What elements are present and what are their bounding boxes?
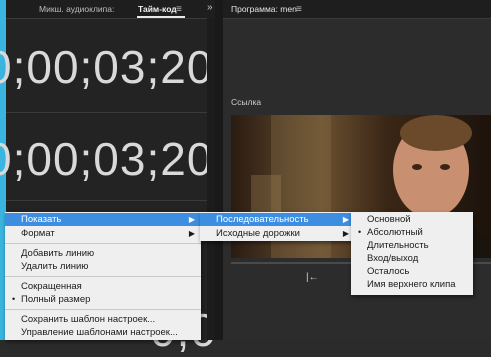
menu-item-add-line[interactable]: Добавить линию: [5, 247, 201, 260]
submenu-arrow-icon: ▶: [188, 215, 195, 224]
menu-item-top-clip-name[interactable]: Имя верхнего клипа: [351, 278, 473, 291]
submenu-arrow-icon: ▶: [188, 229, 195, 238]
panel-menu-icon[interactable]: ≡: [176, 4, 182, 15]
menu-separator: [5, 309, 201, 310]
menu-item-manage-presets[interactable]: Управление шаблонами настроек...: [5, 326, 201, 339]
menu-item-master[interactable]: Основной: [351, 213, 473, 226]
menu-item-in-out[interactable]: Вход/выход: [351, 252, 473, 265]
program-monitor-title[interactable]: Программа: men: [231, 4, 297, 14]
menu-item-sequence[interactable]: Последовательность ▶: [200, 213, 355, 226]
menu-item-remaining[interactable]: Осталось: [351, 265, 473, 278]
menu-item-full-size[interactable]: • Полный размер: [5, 293, 201, 306]
show-submenu: Последовательность ▶ Исходные дорожки ▶: [200, 212, 355, 241]
menu-separator: [5, 243, 201, 244]
step-back-icon[interactable]: |←: [306, 272, 319, 283]
menu-item-absolute[interactable]: • Абсолютный: [351, 226, 473, 239]
program-monitor-header: Программа: men ≡: [223, 0, 491, 19]
menu-item-duration[interactable]: Длительность: [351, 239, 473, 252]
divider: [6, 112, 207, 113]
panel-context-menu: Показать ▶ Формат ▶ Добавить линию Удалить…: [5, 212, 201, 340]
sequence-submenu: Основной • Абсолютный Длительность Вход/…: [351, 212, 473, 295]
timecode-display: 0;00;03;20: [0, 133, 214, 185]
menu-item-show[interactable]: Показать ▶: [5, 213, 201, 226]
menu-item-remove-line[interactable]: Удалить линию: [5, 260, 201, 273]
menu-item-save-preset[interactable]: Сохранить шаблон настроек...: [5, 313, 201, 326]
tab-timecode[interactable]: Тайм-код: [138, 4, 177, 14]
tab-audio-clip-mixer[interactable]: Микш. аудиоклипа:: [39, 4, 114, 14]
reference-label: Ссылка: [231, 97, 262, 107]
submenu-arrow-icon: ▶: [342, 215, 349, 224]
panel-divider[interactable]: [215, 0, 223, 340]
divider: [6, 200, 207, 201]
active-tab-underline: [137, 16, 185, 18]
timecode-display: 0;00;03;20: [0, 41, 214, 93]
menu-item-compact[interactable]: Сокращенная: [5, 280, 201, 293]
menu-item-source-tracks[interactable]: Исходные дорожки ▶: [200, 227, 355, 240]
panel-menu-icon[interactable]: ≡: [296, 4, 302, 15]
expand-panels-icon[interactable]: »: [207, 2, 213, 13]
scrollbar[interactable]: [207, 18, 215, 340]
checked-bullet-icon: •: [12, 294, 16, 304]
checked-bullet-icon: •: [358, 227, 362, 237]
menu-separator: [5, 276, 201, 277]
submenu-arrow-icon: ▶: [342, 229, 349, 238]
menu-item-format[interactable]: Формат ▶: [5, 227, 201, 240]
